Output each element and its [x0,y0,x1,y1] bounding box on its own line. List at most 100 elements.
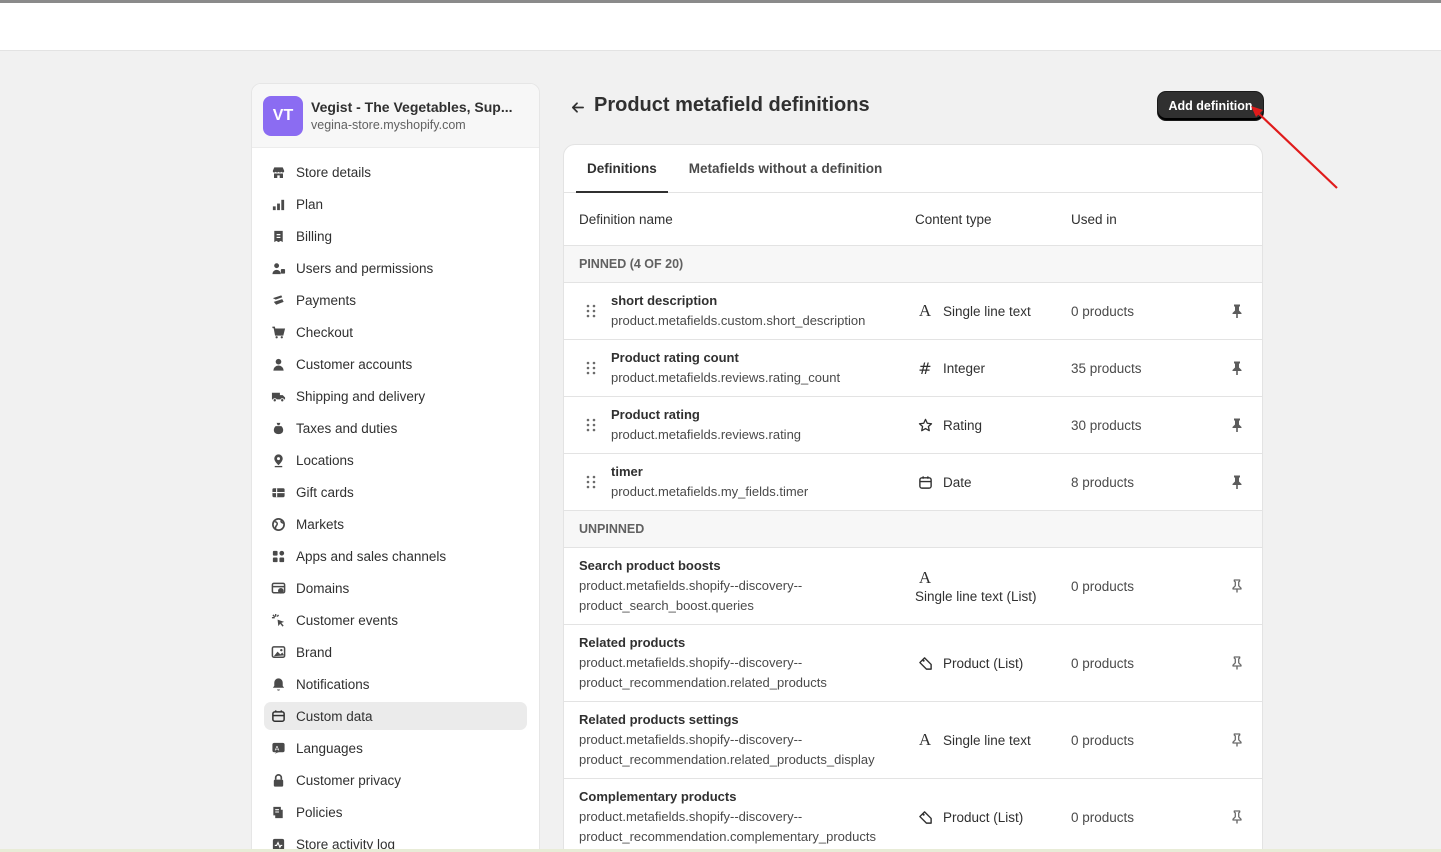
content-type-cell: Product (List) [915,779,1023,852]
table-row[interactable]: Product rating product.metafields.reviews… [564,397,1262,454]
drag-handle-icon[interactable] [584,303,598,319]
table-row[interactable]: timer product.metafields.my_fields.timer D… [564,454,1262,511]
sidebar-item-checkout[interactable]: Checkout [264,318,527,346]
content-type-cell: # Integer [915,340,985,396]
sidebar-item-plan[interactable]: Plan [264,190,527,218]
sidebar-item-markets[interactable]: Markets [264,510,527,538]
add-definition-button[interactable]: Add definition [1158,92,1263,120]
drag-handle-icon[interactable] [584,360,598,376]
definition-key: product.metafields.reviews.rating [611,427,802,442]
table-row[interactable]: Product rating count product.metafields.r… [564,340,1262,397]
pinned-section-label: PINNED (4 OF 20) [564,246,1262,283]
plan-icon [270,196,286,212]
pin-outline-icon[interactable] [1229,655,1245,671]
drag-handle-icon[interactable] [584,417,598,433]
definition-title[interactable]: Product rating [611,405,801,425]
definition-key-line-1: product.metafields.shopify--discovery-- [579,578,803,593]
used-in-cell: 8 products [1071,474,1135,490]
column-header-used[interactable]: Used in [1071,212,1117,227]
integer-type-icon: # [918,358,932,378]
used-in-cell: 35 products [1071,360,1142,376]
sidebar-item-custom-data[interactable]: Custom data [264,702,527,730]
table-header: Definition name Content type Used in [564,193,1262,246]
pin-filled-icon[interactable] [1229,474,1245,490]
table-row[interactable]: short description product.metafields.cust… [564,283,1262,340]
sidebar-item-label: Store details [296,164,372,180]
policy-icon [270,804,286,820]
drag-handle-icon[interactable] [584,474,598,490]
sidebar-item-label: Payments [296,292,357,308]
page-title: Product metafield definitions [594,94,870,116]
sidebar-item-domains[interactable]: Domains [264,574,527,602]
sidebar-item-languages[interactable]: A Languages [264,734,527,762]
tab-definitions[interactable]: Definitions [576,145,668,193]
person-icon [270,356,286,372]
definition-key-line-2: product_recommendation.complementary_pro… [579,829,876,844]
pin-filled-icon[interactable] [1229,417,1245,433]
sidebar-item-notifications[interactable]: Notifications [264,670,527,698]
sidebar-item-gift-cards[interactable]: Gift cards [264,478,527,506]
content-type-cell: A Single line text (List) [915,548,1037,624]
definition-title[interactable]: Search product boosts [579,556,802,576]
sidebar-item-policies[interactable]: Policies [264,798,527,826]
billing-icon [270,228,286,244]
sidebar-item-taxes-and-duties[interactable]: Taxes and duties [264,414,527,442]
pin-outline-icon[interactable] [1229,578,1245,594]
back-button[interactable] [566,96,588,118]
content-type-cell: Rating [915,397,982,453]
definition-title[interactable]: Related products settings [579,710,875,730]
content-type-label: Single line text [943,303,1031,319]
location-icon [270,452,286,468]
table-row[interactable]: Related products product.metafields.shopi… [564,625,1262,702]
definition-title[interactable]: Related products [579,633,827,653]
sidebar-item-label: Customer accounts [296,356,413,372]
content-type-label: Product (List) [943,655,1024,671]
top-bar [0,3,1441,51]
store-header[interactable]: VT Vegist - The Vegetables, Sup... vegin… [252,84,539,148]
definition-title[interactable]: Product rating count [611,348,840,368]
column-header-name[interactable]: Definition name [579,212,673,227]
table-row[interactable]: Search product boosts product.metafields.… [564,548,1262,625]
sidebar-item-label: Shipping and delivery [296,388,426,404]
sidebar-item-locations[interactable]: Locations [264,446,527,474]
store-name: Vegist - The Vegetables, Sup... [311,99,513,115]
pin-filled-icon[interactable] [1229,360,1245,376]
language-icon: A [270,740,286,756]
tab-metafields-without-definition[interactable]: Metafields without a definition [678,145,894,192]
users-icon [270,260,286,276]
sidebar-item-label: Users and permissions [296,260,434,276]
domain-icon [270,580,286,596]
definition-title[interactable]: timer [611,462,808,482]
sidebar-item-shipping-and-delivery[interactable]: Shipping and delivery [264,382,527,410]
sidebar-item-brand[interactable]: Brand [264,638,527,666]
pin-filled-icon[interactable] [1229,303,1245,319]
sidebar-item-store-details[interactable]: Store details [264,158,527,186]
table-row[interactable]: Complementary products product.metafields… [564,779,1262,852]
used-in-cell: 0 products [1071,578,1135,594]
used-in-cell: 0 products [1071,809,1135,825]
sidebar-item-payments[interactable]: Payments [264,286,527,314]
tax-icon [270,420,286,436]
sidebar-item-customer-privacy[interactable]: Customer privacy [264,766,527,794]
content-type-cell: A Single line text [915,283,1031,339]
store-domain: vegina-store.myshopify.com [311,118,466,132]
cursor-icon [270,612,286,628]
pin-outline-icon[interactable] [1229,809,1245,825]
column-header-type[interactable]: Content type [915,212,992,227]
tab-bar: Definitions Metafields without a definit… [564,145,1262,193]
sidebar-item-customer-events[interactable]: Customer events [264,606,527,634]
pin-outline-icon[interactable] [1229,732,1245,748]
content-type-label: Single line text (List) [915,589,1037,604]
cart-icon [270,324,286,340]
sidebar-item-billing[interactable]: Billing [264,222,527,250]
sidebar-item-apps-and-sales-channels[interactable]: Apps and sales channels [264,542,527,570]
sidebar-item-label: Plan [296,196,324,212]
used-in-cell: 0 products [1071,655,1135,671]
definition-title[interactable]: Complementary products [579,787,876,807]
content-type-cell: Product (List) [915,625,1023,701]
table-row[interactable]: Related products settings product.metafie… [564,702,1262,779]
definition-title[interactable]: short description [611,291,865,311]
truck-icon [270,388,286,404]
sidebar-item-customer-accounts[interactable]: Customer accounts [264,350,527,378]
sidebar-item-users-and-permissions[interactable]: Users and permissions [264,254,527,282]
